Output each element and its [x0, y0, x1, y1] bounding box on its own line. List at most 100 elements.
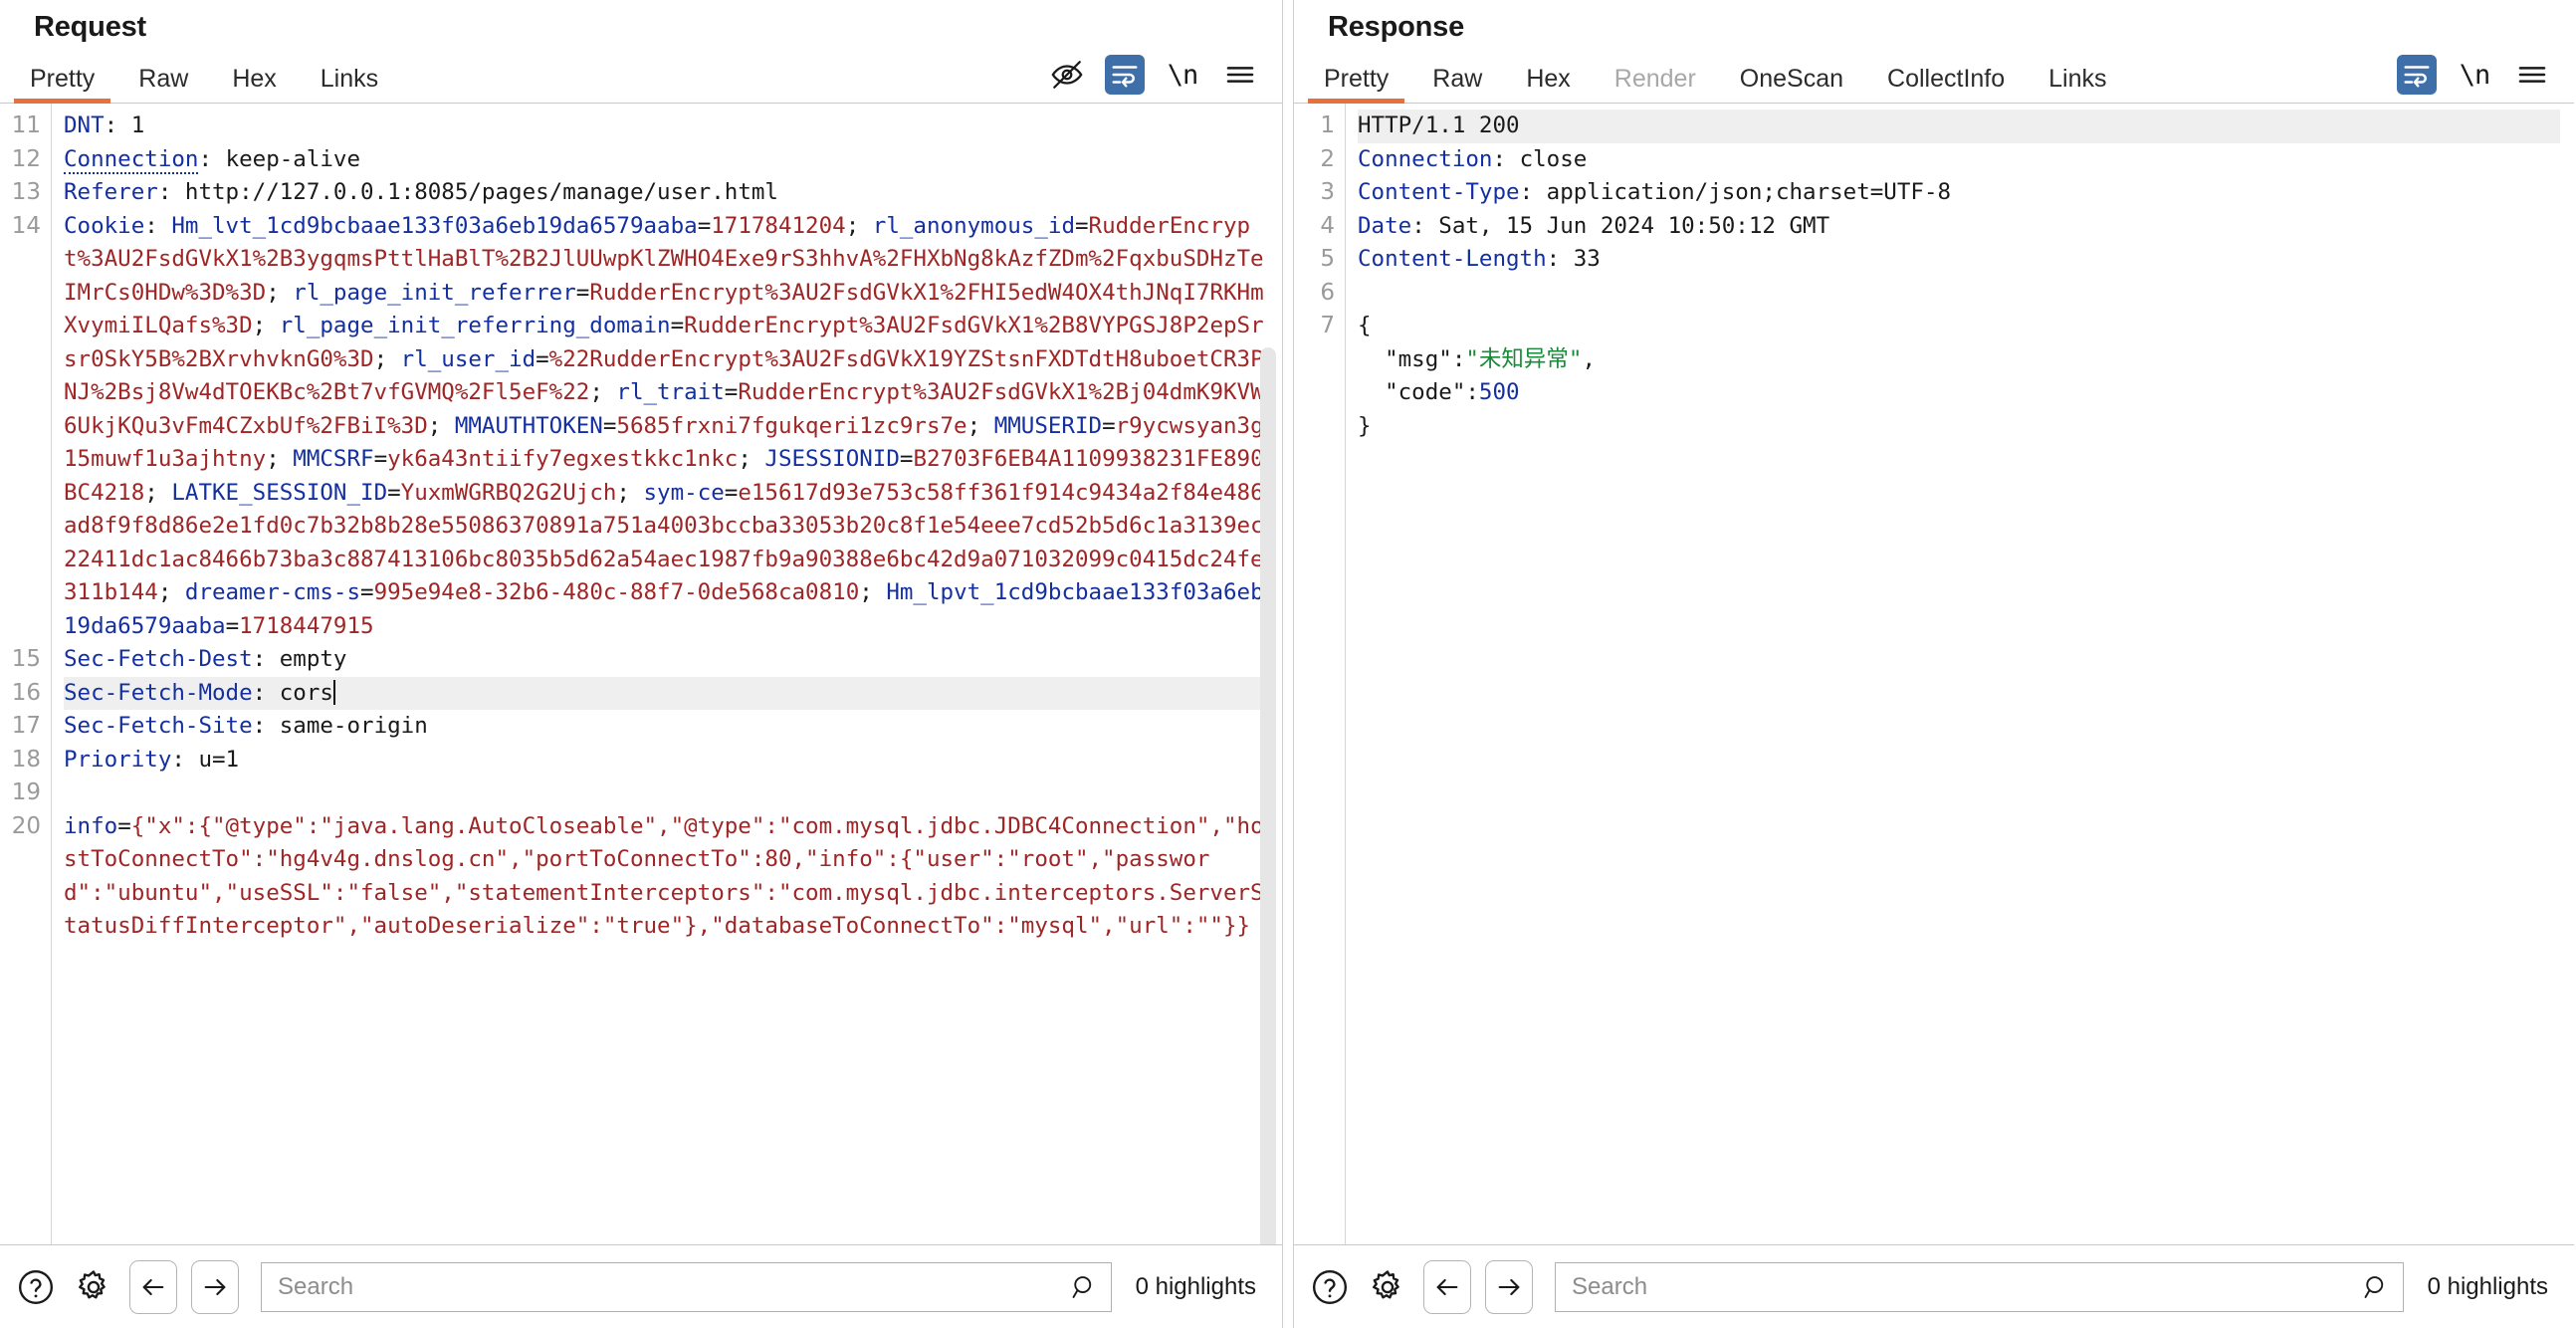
code-token: Connection — [64, 146, 198, 174]
word-wrap-icon[interactable] — [2397, 55, 2437, 95]
line-number: 2 — [1294, 143, 1335, 177]
search-icon[interactable] — [1069, 1272, 1099, 1302]
code-token: = — [536, 346, 549, 372]
code-token: ; — [616, 480, 643, 506]
search-prev-button[interactable] — [129, 1260, 177, 1314]
code-token: Cookie — [64, 213, 144, 239]
request-search-input[interactable] — [276, 1263, 1069, 1311]
line-number: 13 — [0, 176, 41, 210]
code-token: Connection — [1358, 146, 1492, 172]
code-line: "msg":"未知异常", — [1358, 343, 2560, 377]
help-circle-icon[interactable] — [14, 1265, 58, 1309]
line-number: . — [0, 410, 41, 444]
code-token: 995e94e8-32b6-480c-88f7-0de568ca0810 — [374, 579, 860, 605]
line-number: 4 — [1294, 210, 1335, 244]
code-line: info={"x":{"@type":"java.lang.AutoClosea… — [64, 810, 1268, 944]
tab-request-hex[interactable]: Hex — [210, 66, 298, 103]
code-token: Priority — [64, 747, 171, 773]
code-token: Sec-Fetch-Site — [64, 713, 253, 739]
line-number: . — [0, 343, 41, 377]
line-number: 12 — [0, 143, 41, 177]
line-number: 5 — [1294, 243, 1335, 277]
line-number: . — [0, 376, 41, 410]
code-token: close — [1520, 146, 1588, 172]
request-vertical-scrollbar[interactable] — [1260, 347, 1276, 1244]
tab-request-links[interactable]: Links — [299, 66, 400, 103]
code-token: Sec-Fetch-Dest — [64, 646, 253, 672]
code-token: same-origin — [280, 713, 428, 739]
code-token: : — [1547, 246, 1574, 272]
code-token: dreamer-cms-s — [185, 579, 360, 605]
gear-icon[interactable] — [1366, 1265, 1409, 1309]
code-token: = — [603, 413, 617, 439]
eye-off-icon[interactable] — [1047, 55, 1087, 95]
panel-splitter[interactable] — [1282, 0, 1294, 1328]
code-line: Referer: http://127.0.0.1:8085/pages/man… — [64, 176, 1268, 210]
line-number: . — [1294, 343, 1335, 377]
help-circle-icon[interactable] — [1308, 1265, 1352, 1309]
code-token: sym-ce — [644, 480, 725, 506]
tab-response-pretty[interactable]: Pretty — [1302, 66, 1410, 103]
code-token: = — [1102, 413, 1116, 439]
hamburger-menu-icon[interactable] — [2512, 55, 2552, 95]
code-token: = — [900, 446, 914, 472]
code-token: = — [725, 379, 739, 405]
response-search-input[interactable] — [1570, 1263, 2361, 1311]
word-wrap-icon[interactable] — [1105, 55, 1145, 95]
tab-request-pretty[interactable]: Pretty — [8, 66, 116, 103]
request-search-box[interactable] — [261, 1262, 1112, 1312]
code-token: = — [671, 313, 685, 338]
line-number: . — [0, 544, 41, 577]
code-token: = — [360, 579, 374, 605]
response-search-box[interactable] — [1555, 1262, 2404, 1312]
tab-response-render[interactable]: Render — [1593, 66, 1718, 103]
code-token: 33 — [1574, 246, 1601, 272]
response-editor[interactable]: 1234567... HTTP/1.1 200Connection: close… — [1294, 104, 2574, 1244]
code-token: YuxmWGRBQ2G2Ujch — [401, 480, 617, 506]
gear-icon[interactable] — [72, 1265, 115, 1309]
search-next-button[interactable] — [1485, 1260, 1533, 1314]
response-code[interactable]: HTTP/1.1 200Connection: closeContent-Typ… — [1346, 104, 2574, 1244]
code-token: application/json;charset=UTF-8 — [1547, 179, 1951, 205]
request-editor[interactable]: 11121314............151617181920... DNT:… — [0, 104, 1282, 1244]
request-code[interactable]: DNT: 1Connection: keep-aliveReferer: htt… — [52, 104, 1282, 1244]
response-highlights-count: 0 highlights — [2418, 1273, 2552, 1301]
code-token: info — [64, 813, 117, 839]
code-token: Sec-Fetch-Mode — [64, 680, 253, 706]
code-token: ; — [846, 213, 873, 239]
tab-response-links[interactable]: Links — [2027, 66, 2128, 103]
code-token: rl_page_init_referring_domain — [280, 313, 671, 338]
line-number: . — [0, 443, 41, 477]
code-token: Sat, 15 Jun 2024 10:50:12 GMT — [1438, 213, 1829, 239]
code-line: Content-Type: application/json;charset=U… — [1358, 176, 2560, 210]
code-line: Sec-Fetch-Dest: empty — [64, 643, 1268, 677]
code-line: Cookie: Hm_lvt_1cd9bcbaae133f03a6eb19da6… — [64, 210, 1268, 644]
tab-response-collectinfo[interactable]: CollectInfo — [1865, 66, 2027, 103]
tab-response-hex[interactable]: Hex — [1504, 66, 1592, 103]
code-token: 1718447915 — [239, 613, 373, 639]
newline-icon-label: \n — [2460, 60, 2490, 91]
code-token: "msg": — [1358, 346, 1465, 372]
response-line-numbers: 1234567... — [1294, 104, 1346, 1244]
code-token: DNT — [64, 112, 105, 138]
hamburger-menu-icon[interactable] — [1220, 55, 1260, 95]
tab-response-onescan[interactable]: OneScan — [1718, 66, 1865, 103]
line-number: . — [0, 477, 41, 511]
request-line-numbers: 11121314............151617181920... — [0, 104, 52, 1244]
search-prev-button[interactable] — [1423, 1260, 1471, 1314]
search-next-button[interactable] — [191, 1260, 239, 1314]
tab-response-raw[interactable]: Raw — [1410, 66, 1504, 103]
newline-icon[interactable]: \n — [1163, 55, 1202, 95]
newline-icon[interactable]: \n — [2455, 55, 2494, 95]
tab-request-raw[interactable]: Raw — [116, 66, 210, 103]
code-line: Sec-Fetch-Site: same-origin — [64, 710, 1268, 744]
line-number: . — [0, 243, 41, 277]
code-token: = — [576, 280, 590, 306]
line-number: 16 — [0, 677, 41, 711]
line-number: . — [0, 576, 41, 610]
code-token: } — [1358, 413, 1372, 439]
code-token: : — [253, 646, 280, 672]
code-token: ; — [266, 446, 293, 472]
code-token: ; — [428, 413, 455, 439]
search-icon[interactable] — [2361, 1272, 2391, 1302]
